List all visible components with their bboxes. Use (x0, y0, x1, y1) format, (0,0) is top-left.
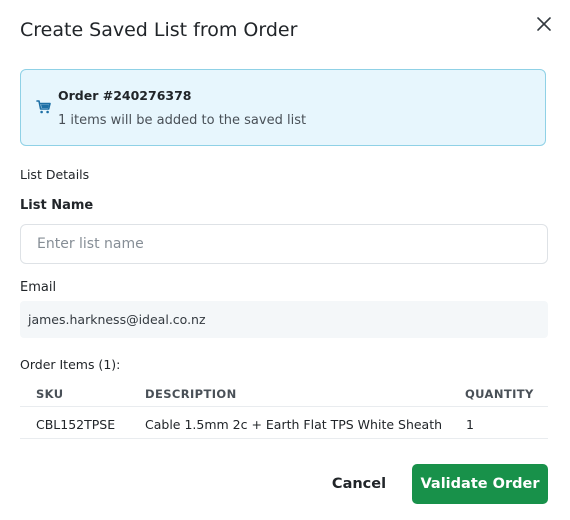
header-divider (20, 406, 548, 407)
create-saved-list-dialog: Create Saved List from Order Order #2402… (0, 0, 570, 520)
order-items-heading: Order Items (1): (20, 357, 121, 372)
column-header-description: DESCRIPTION (145, 387, 237, 401)
order-info-alert: Order #240276378 1 items will be added t… (20, 69, 546, 146)
list-details-heading: List Details (20, 167, 90, 182)
order-number: Order #240276378 (58, 88, 192, 103)
cancel-button[interactable]: Cancel (323, 465, 395, 503)
list-name-label: List Name (20, 198, 94, 213)
cart-icon (36, 100, 51, 114)
email-field: james.harkness@ideal.co.nz (20, 301, 548, 338)
close-icon (537, 17, 551, 31)
email-label: Email (20, 280, 57, 295)
column-header-sku: SKU (36, 387, 64, 401)
dialog-title: Create Saved List from Order (20, 19, 298, 41)
row-divider (20, 438, 548, 439)
list-name-input[interactable] (20, 224, 548, 264)
column-header-quantity: QUANTITY (465, 387, 534, 401)
email-value: james.harkness@ideal.co.nz (28, 312, 206, 327)
validate-order-button[interactable]: Validate Order (412, 464, 548, 504)
order-summary-text: 1 items will be added to the saved list (58, 113, 307, 128)
cell-description: Cable 1.5mm 2c + Earth Flat TPS White Sh… (145, 417, 443, 432)
cell-sku: CBL152TPSE (36, 417, 116, 432)
cell-quantity: 1 (466, 417, 474, 432)
close-button[interactable] (533, 13, 555, 35)
